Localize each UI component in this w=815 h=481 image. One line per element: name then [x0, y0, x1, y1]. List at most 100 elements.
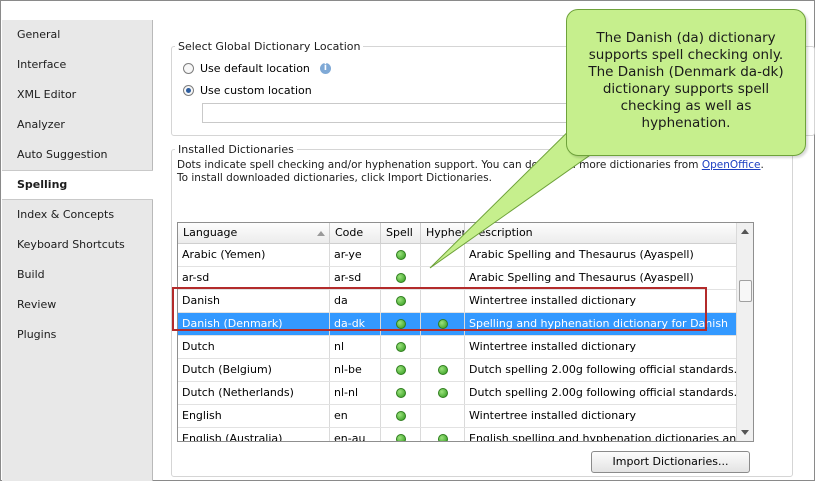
code-cell: ar-ye [330, 244, 381, 266]
info-icon[interactable]: i [319, 63, 331, 74]
spell-cell [381, 267, 421, 289]
language-cell: Dutch [178, 336, 330, 358]
hyphen-cell [421, 405, 465, 427]
hyphen-cell [421, 428, 465, 441]
code-cell: nl-be [330, 359, 381, 381]
hyphen-cell [421, 313, 465, 335]
table-row[interactable]: Danish (Denmark) da-dk Spelling and hyphen… [178, 313, 753, 336]
description-cell: Arabic Spelling and Thesaurus (Ayaspell) [465, 244, 753, 266]
dictionary-location-title: Select Global Dictionary Location [175, 40, 364, 53]
table-body: Arabic (Yemen) ar-ye Arabic Spelling and T… [178, 244, 753, 441]
custom-location-radio[interactable] [183, 85, 194, 96]
green-dot-icon [437, 388, 448, 398]
sidebar-item-build[interactable]: Build [2, 260, 152, 290]
green-dot-icon [395, 273, 406, 283]
table-row[interactable]: Arabic (Yemen) ar-ye Arabic Spelling and T… [178, 244, 753, 267]
spell-cell [381, 336, 421, 358]
hyphen-cell [421, 290, 465, 312]
scroll-up-icon[interactable] [741, 229, 749, 234]
default-location-radio[interactable] [183, 63, 194, 74]
language-cell: Dutch (Netherlands) [178, 382, 330, 404]
table-row[interactable]: Danish da Wintertree installed dictionary [178, 290, 753, 313]
code-cell: da-dk [330, 313, 381, 335]
column-header-description[interactable]: Description [465, 223, 753, 243]
description-cell: Wintertree installed dictionary [465, 290, 753, 312]
table-row[interactable]: English en Wintertree installed dictionary [178, 405, 753, 428]
table-row[interactable]: English (Australia) en-au English spelling… [178, 428, 753, 441]
language-cell: English [178, 405, 330, 427]
spell-cell [381, 244, 421, 266]
language-cell: Dutch (Belgium) [178, 359, 330, 381]
description-cell: Wintertree installed dictionary [465, 405, 753, 427]
custom-location-label: Use custom location [200, 84, 312, 97]
spell-cell [381, 405, 421, 427]
sort-ascending-icon [317, 231, 325, 236]
description-cell: English spelling and hyphenation diction… [465, 428, 753, 441]
hyphen-cell [421, 336, 465, 358]
language-cell: Danish [178, 290, 330, 312]
code-cell: ar-sd [330, 267, 381, 289]
hyphen-cell [421, 359, 465, 381]
code-cell: nl-nl [330, 382, 381, 404]
language-cell: Danish (Denmark) [178, 313, 330, 335]
sidebar-item-spelling[interactable]: Spelling [2, 170, 153, 200]
custom-location-option[interactable]: Use custom location [183, 84, 312, 97]
language-cell: ar-sd [178, 267, 330, 289]
table-row[interactable]: Dutch nl Wintertree installed dictionary [178, 336, 753, 359]
openoffice-link[interactable]: OpenOffice [702, 159, 761, 171]
description-cell: Arabic Spelling and Thesaurus (Ayaspell) [465, 267, 753, 289]
table-row[interactable]: ar-sd ar-sd Arabic Spelling and Thesaurus … [178, 267, 753, 290]
code-cell: en-au [330, 428, 381, 441]
green-dot-icon [395, 388, 406, 398]
green-dot-icon [395, 434, 406, 441]
table-row[interactable]: Dutch (Netherlands) nl-nl Dutch spelling 2… [178, 382, 753, 405]
sidebar-item-index-concepts[interactable]: Index & Concepts [2, 200, 152, 230]
default-location-option[interactable]: Use default location i [183, 62, 331, 75]
hyphen-cell [421, 267, 465, 289]
green-dot-icon [437, 365, 448, 375]
sidebar-item-interface[interactable]: Interface [2, 50, 152, 80]
column-header-hyphen[interactable]: Hyphen [421, 223, 465, 243]
column-header-language[interactable]: Language [178, 223, 330, 243]
sidebar-item-general[interactable]: General [2, 20, 152, 50]
green-dot-icon [437, 319, 448, 329]
description-text-start: Dots indicate spell checking and/or hyph… [177, 159, 702, 171]
sidebar-item-analyzer[interactable]: Analyzer [2, 110, 152, 140]
scroll-thumb[interactable] [739, 280, 752, 302]
spell-cell [381, 359, 421, 381]
import-dictionaries-button[interactable]: Import Dictionaries... [591, 451, 750, 473]
code-cell: nl [330, 336, 381, 358]
green-dot-icon [395, 342, 406, 352]
column-header-code[interactable]: Code [330, 223, 381, 243]
sidebar-item-xml-editor[interactable]: XML Editor [2, 80, 152, 110]
sidebar-item-review[interactable]: Review [2, 290, 152, 320]
sidebar-item-auto-suggestion[interactable]: Auto Suggestion [2, 140, 152, 170]
installed-dictionaries-title: Installed Dictionaries [175, 143, 297, 156]
scroll-down-icon[interactable] [741, 430, 749, 435]
code-cell: en [330, 405, 381, 427]
table-header: Language Code Spell Hyphen Description [178, 223, 753, 244]
sidebar-item-plugins[interactable]: Plugins [2, 320, 152, 350]
code-cell: da [330, 290, 381, 312]
green-dot-icon [437, 434, 448, 441]
default-location-label: Use default location [200, 62, 310, 75]
annotation-callout: The Danish (da) dictionary supports spel… [566, 9, 806, 156]
options-sidebar: General Interface XML Editor Analyzer Au… [2, 20, 153, 481]
column-header-spell[interactable]: Spell [381, 223, 421, 243]
dictionaries-table[interactable]: Language Code Spell Hyphen Description A… [177, 222, 754, 442]
spell-cell [381, 428, 421, 441]
green-dot-icon [395, 365, 406, 375]
hyphen-cell [421, 382, 465, 404]
custom-location-path-input[interactable] [202, 103, 624, 123]
language-cell: Arabic (Yemen) [178, 244, 330, 266]
installed-dictionaries-description: Dots indicate spell checking and/or hyph… [177, 159, 767, 185]
spell-cell [381, 313, 421, 335]
green-dot-icon [395, 250, 406, 260]
table-scrollbar[interactable] [736, 223, 753, 441]
spell-cell [381, 290, 421, 312]
language-cell: English (Australia) [178, 428, 330, 441]
hyphen-cell [421, 244, 465, 266]
green-dot-icon [395, 411, 406, 421]
table-row[interactable]: Dutch (Belgium) nl-be Dutch spelling 2.00g… [178, 359, 753, 382]
sidebar-item-keyboard-shortcuts[interactable]: Keyboard Shortcuts [2, 230, 152, 260]
